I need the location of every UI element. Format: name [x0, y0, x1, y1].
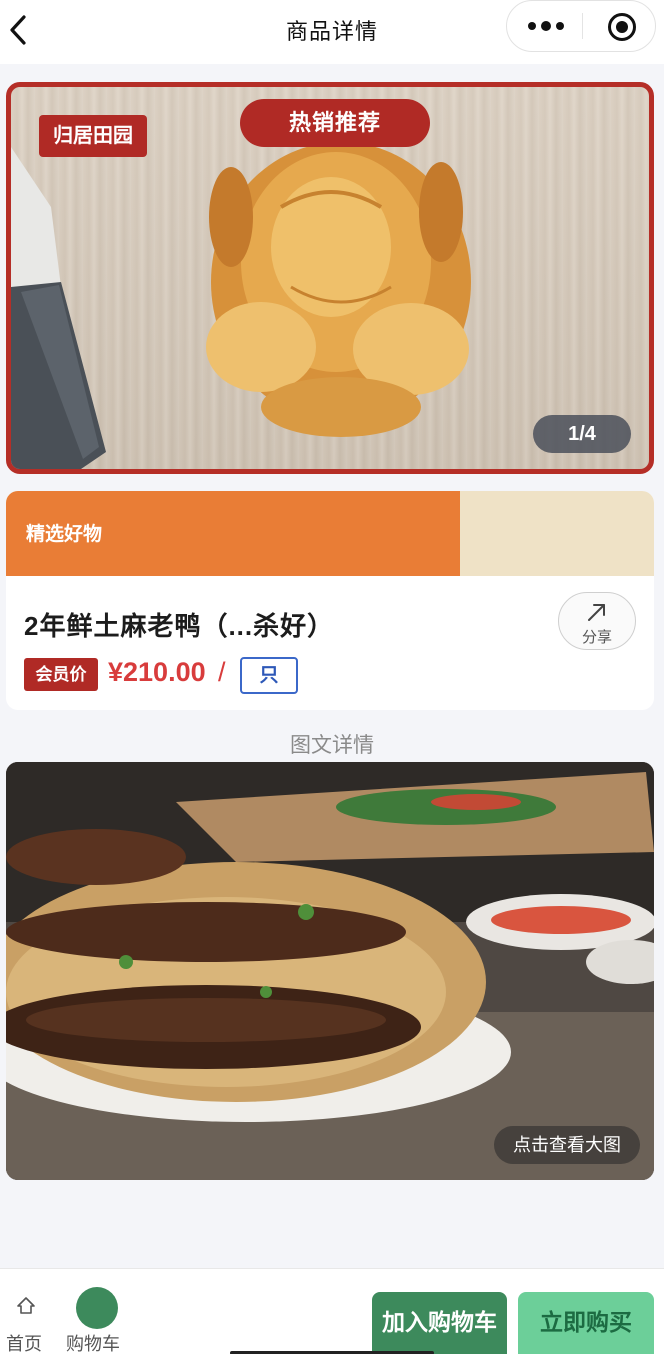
target-circle-icon[interactable]	[607, 12, 637, 42]
duck-rice-image	[6, 762, 654, 1180]
capsule-divider	[582, 13, 583, 39]
share-button[interactable]: 分享	[558, 592, 636, 650]
cart-label: 购物车	[66, 1334, 120, 1354]
product-image-carousel[interactable]: 归居田园 热销推荐 1/4	[6, 82, 654, 474]
hot-sale-badge: 热销推荐	[240, 99, 430, 147]
top-nav-bar: 商品详情	[0, 0, 664, 64]
mini-program-capsule	[506, 0, 656, 52]
home-tab[interactable]: 首页	[6, 1295, 46, 1354]
price-separator: /	[218, 657, 226, 687]
detail-section-title: 图文详情	[290, 734, 374, 757]
product-title: 2年鲜土麻老鸭（...杀好）	[24, 611, 335, 641]
bottom-action-bar: 首页 购物车 加入购物车 立即购买	[0, 1268, 664, 1354]
unit-selector[interactable]: 只	[240, 657, 298, 694]
more-dots-icon[interactable]	[525, 13, 567, 39]
member-price-tag: 会员价	[24, 658, 98, 691]
promo-banner-accent: 精选好物	[6, 491, 460, 576]
product-price: ¥210.00	[108, 657, 206, 687]
view-large-image-button[interactable]: 点击查看大图	[494, 1126, 640, 1164]
cart-icon	[76, 1287, 118, 1329]
home-label: 首页	[6, 1334, 42, 1354]
share-arrow-icon	[588, 604, 605, 621]
detail-image[interactable]: 点击查看大图	[6, 762, 654, 1180]
share-label: 分享	[581, 629, 612, 646]
add-to-cart-button[interactable]: 加入购物车	[372, 1292, 507, 1354]
buy-now-button[interactable]: 立即购买	[518, 1292, 654, 1354]
promo-label: 精选好物	[26, 524, 103, 545]
product-info-card: 精选好物 2年鲜土麻老鸭（...杀好） 分享 会员价 ¥210.00 / 只	[6, 491, 654, 710]
carousel-page-indicator: 1/4	[533, 415, 631, 453]
promo-banner: 精选好物	[6, 491, 654, 576]
home-icon	[17, 1297, 35, 1314]
cart-tab[interactable]: 购物车	[66, 1287, 130, 1354]
brand-tag: 归居田园	[39, 115, 147, 157]
